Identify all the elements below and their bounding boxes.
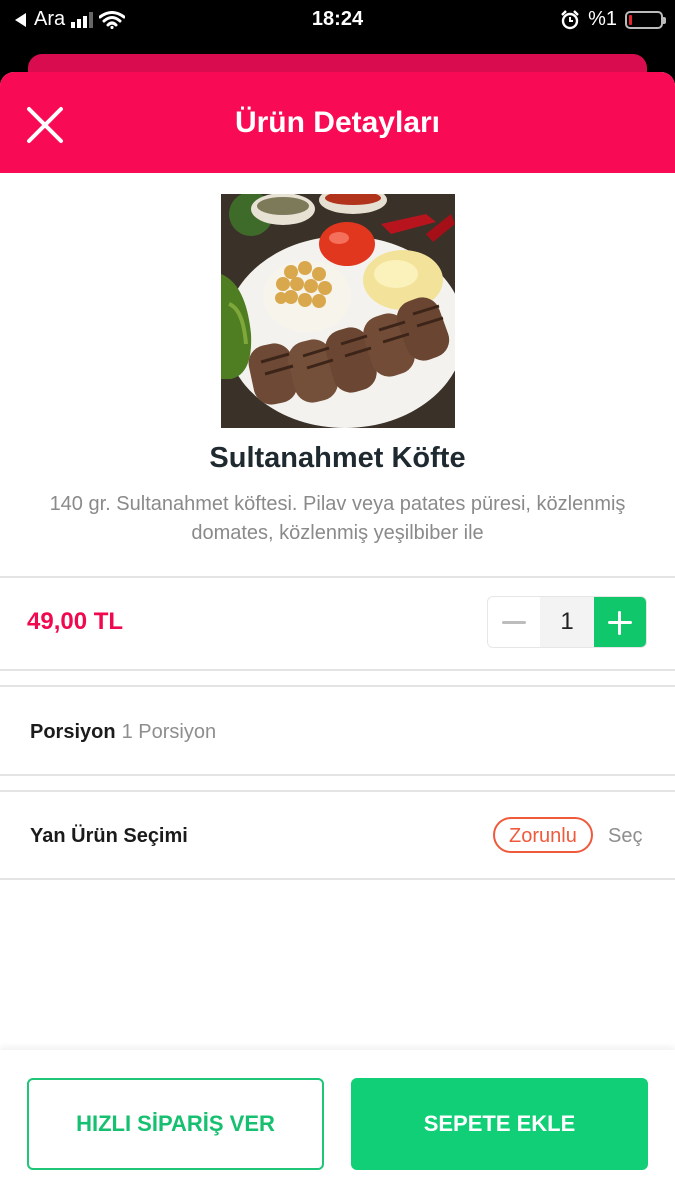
divider bbox=[0, 669, 675, 671]
divider bbox=[0, 790, 675, 792]
product-image bbox=[221, 194, 455, 428]
add-to-cart-button[interactable]: SEPETE EKLE bbox=[351, 1078, 648, 1170]
alarm-icon bbox=[561, 9, 579, 29]
portion-label: Porsiyon bbox=[30, 721, 116, 743]
divider bbox=[0, 774, 675, 776]
decrease-quantity-button[interactable] bbox=[488, 597, 540, 647]
bottom-action-bar: HIZLI SİPARİŞ VER SEPETE EKLE bbox=[0, 1050, 675, 1200]
product-description: 140 gr. Sultanahmet köftesi. Pilav veya … bbox=[49, 493, 626, 544]
quick-order-button[interactable]: HIZLI SİPARİŞ VER bbox=[27, 1078, 324, 1170]
product-name: Sultanahmet Köfte bbox=[209, 442, 466, 474]
battery-icon bbox=[625, 10, 666, 29]
product-price: 49,00 TL bbox=[27, 608, 124, 635]
status-bar: Ara 18:24 %1 bbox=[0, 0, 675, 40]
modal-title: Ürün Detayları bbox=[234, 106, 441, 139]
side-selection-label: Yan Ürün Seçimi bbox=[30, 825, 188, 847]
required-badge: Zorunlu bbox=[493, 817, 593, 853]
battery-percent: %1 bbox=[588, 8, 617, 30]
quantity-value: 1 bbox=[560, 608, 574, 635]
quantity-stepper: 1 bbox=[487, 596, 647, 648]
portion-row[interactable]: Porsiyon 1 Porsiyon bbox=[30, 721, 216, 744]
side-select-button[interactable]: Seç bbox=[608, 825, 642, 848]
increase-quantity-button[interactable] bbox=[594, 597, 646, 647]
divider bbox=[0, 685, 675, 687]
divider bbox=[0, 878, 675, 880]
portion-value: 1 Porsiyon bbox=[121, 721, 217, 743]
status-right: %1 bbox=[560, 8, 666, 31]
product-detail-modal: Ürün Detayları Sultanahmet Köfte 140 gr.… bbox=[0, 72, 675, 1200]
modal-header: Ürün Detayları bbox=[0, 72, 675, 173]
divider bbox=[0, 576, 675, 578]
